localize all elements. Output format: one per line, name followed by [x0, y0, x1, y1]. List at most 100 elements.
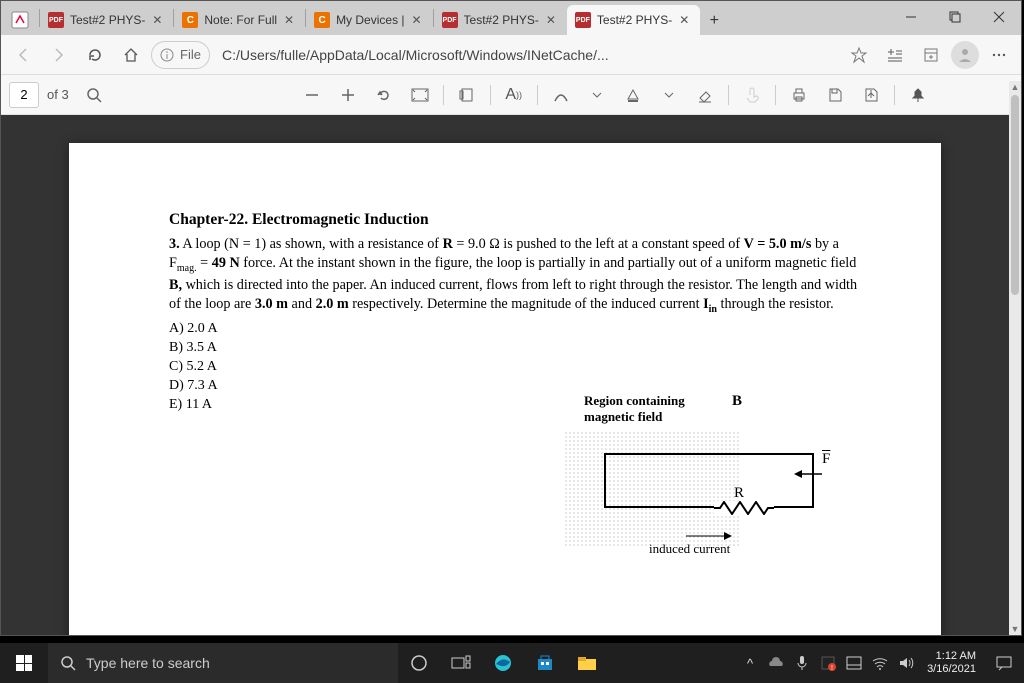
favorites-list-button[interactable]	[879, 39, 911, 71]
scroll-thumb[interactable]	[1011, 95, 1019, 295]
tab-4[interactable]: PDF Test#2 PHYS- ✕	[567, 5, 700, 35]
svg-text:!: !	[831, 665, 833, 671]
new-tab-button[interactable]: +	[700, 7, 728, 35]
chegg-icon: C	[182, 12, 198, 28]
tab-label: Test#2 PHYS-	[597, 13, 672, 27]
minimize-button[interactable]	[889, 1, 933, 33]
close-button[interactable]	[977, 1, 1021, 33]
store-icon[interactable]	[524, 643, 566, 683]
chapter-title: Chapter-22. Electromagnetic Induction	[169, 211, 869, 229]
favorite-button[interactable]	[843, 39, 875, 71]
answer-b: B) 3.5 A	[169, 339, 869, 358]
touchpad-icon[interactable]	[841, 643, 867, 683]
cortana-icon[interactable]	[398, 643, 440, 683]
answer-c: C) 5.2 A	[169, 358, 869, 377]
question-figure: Region containingmagnetic field B R F in…	[564, 393, 844, 563]
edge-icon[interactable]	[482, 643, 524, 683]
file-badge: File	[151, 41, 210, 69]
draw-button[interactable]	[544, 79, 578, 111]
info-icon	[160, 48, 174, 62]
file-badge-label: File	[180, 47, 201, 62]
close-icon[interactable]: ✕	[281, 12, 297, 28]
date-label: 3/16/2021	[927, 663, 976, 676]
tab-strip: PDF Test#2 PHYS- ✕ C Note: For Full ✕ C …	[1, 1, 1021, 35]
tab-3[interactable]: PDF Test#2 PHYS- ✕	[434, 5, 567, 35]
touch-button	[735, 79, 769, 111]
forward-button[interactable]	[43, 39, 75, 71]
home-button[interactable]	[115, 39, 147, 71]
clock[interactable]: 1:12 AM 3/16/2021	[919, 650, 984, 676]
scroll-up-icon[interactable]: ▲	[1009, 81, 1021, 93]
mic-icon[interactable]	[789, 643, 815, 683]
more-button[interactable]	[983, 39, 1015, 71]
onedrive-icon[interactable]	[763, 643, 789, 683]
taskbar-search[interactable]: Type here to search	[48, 643, 398, 683]
url-display[interactable]: C:/Users/fulle/AppData/Local/Microsoft/W…	[214, 47, 839, 63]
loop-rectangle	[604, 453, 814, 508]
system-tray: ^ ! 1:12 AM 3/16/2021	[737, 643, 1024, 683]
browser-window: PDF Test#2 PHYS- ✕ C Note: For Full ✕ C …	[0, 0, 1022, 636]
zoom-in-button[interactable]	[331, 79, 365, 111]
tab-label: Note: For Full	[204, 13, 277, 27]
save-button[interactable]	[818, 79, 852, 111]
pdf-icon: PDF	[575, 12, 591, 28]
rotate-button[interactable]	[367, 79, 401, 111]
pdf-toolbar: of 3 A))	[1, 75, 1021, 115]
tray-chevron-icon[interactable]: ^	[737, 643, 763, 683]
window-controls	[889, 1, 1021, 33]
close-icon[interactable]: ✕	[676, 12, 692, 28]
fit-button[interactable]	[403, 79, 437, 111]
erase-button[interactable]	[688, 79, 722, 111]
tab-label: Test#2 PHYS-	[70, 13, 145, 27]
app-icon[interactable]	[5, 5, 35, 35]
close-icon[interactable]: ✕	[543, 12, 559, 28]
close-icon[interactable]: ✕	[149, 12, 165, 28]
tab-label: My Devices |	[336, 13, 404, 27]
tab-1[interactable]: C Note: For Full ✕	[174, 5, 305, 35]
vertical-scrollbar[interactable]: ▲ ▼	[1009, 81, 1021, 635]
pdf-icon: PDF	[48, 12, 64, 28]
zoom-out-button[interactable]	[295, 79, 329, 111]
pin-toolbar-button[interactable]	[901, 79, 935, 111]
explorer-icon[interactable]	[566, 643, 608, 683]
windows-icon	[16, 655, 32, 671]
taskbar-apps	[398, 643, 608, 683]
wifi-icon[interactable]	[867, 643, 893, 683]
page-view-button[interactable]	[450, 79, 484, 111]
region-label: Region containingmagnetic field	[584, 393, 685, 425]
highlight-menu-button[interactable]	[652, 79, 686, 111]
volume-icon[interactable]	[893, 643, 919, 683]
tab-label: Test#2 PHYS-	[464, 13, 539, 27]
pdf-viewport[interactable]: Chapter-22. Electromagnetic Induction 3.…	[1, 115, 1009, 635]
task-view-icon[interactable]	[440, 643, 482, 683]
page-total-label: of 3	[47, 87, 69, 102]
tab-0[interactable]: PDF Test#2 PHYS- ✕	[40, 5, 173, 35]
pdf-icon: PDF	[442, 12, 458, 28]
r-label: R	[734, 485, 744, 502]
answer-a: A) 2.0 A	[169, 320, 869, 339]
collections-button[interactable]	[915, 39, 947, 71]
start-button[interactable]	[0, 643, 48, 683]
refresh-button[interactable]	[79, 39, 111, 71]
taskbar: Type here to search ^ ! 1:12 AM 3/16/202…	[0, 643, 1024, 683]
current-arrow-icon	[684, 531, 734, 541]
read-aloud-button[interactable]: A))	[497, 79, 531, 111]
find-button[interactable]	[77, 79, 111, 111]
highlight-button[interactable]	[616, 79, 650, 111]
draw-menu-button[interactable]	[580, 79, 614, 111]
pdf-page: Chapter-22. Electromagnetic Induction 3.…	[69, 143, 941, 635]
back-button[interactable]	[7, 39, 39, 71]
page-number-input[interactable]	[9, 82, 39, 108]
security-icon[interactable]: !	[815, 643, 841, 683]
scroll-down-icon[interactable]: ▼	[1009, 623, 1021, 635]
save-as-button[interactable]	[854, 79, 888, 111]
tab-2[interactable]: C My Devices | ✕	[306, 5, 432, 35]
close-icon[interactable]: ✕	[409, 12, 425, 28]
profile-button[interactable]	[951, 41, 979, 69]
print-button[interactable]	[782, 79, 816, 111]
resistor-icon	[714, 501, 774, 515]
maximize-button[interactable]	[933, 1, 977, 33]
notifications-button[interactable]	[984, 643, 1024, 683]
time-label: 1:12 AM	[927, 650, 976, 663]
address-bar-row: File C:/Users/fulle/AppData/Local/Micros…	[1, 35, 1021, 75]
